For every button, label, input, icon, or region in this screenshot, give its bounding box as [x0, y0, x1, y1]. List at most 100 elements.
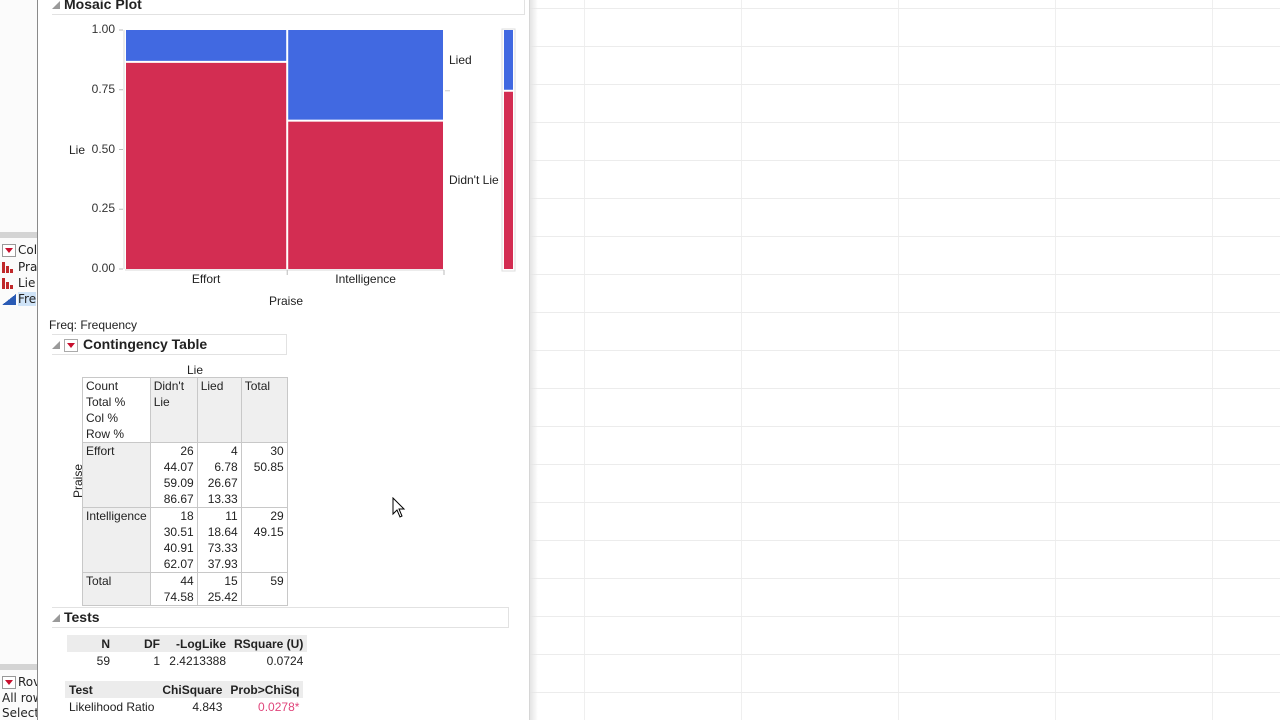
- window-shadow: [530, 0, 538, 720]
- cell-value: 30.51: [163, 525, 194, 539]
- cell-value: 37.93: [207, 557, 238, 571]
- cell-value: 59: [96, 654, 110, 668]
- mosaic-cell-didnt-lie: [288, 121, 443, 269]
- rows-panel-header[interactable]: Rov: [2, 674, 37, 690]
- table-cell: 15 25.42: [196, 572, 242, 606]
- x-category-label: Effort: [191, 272, 221, 286]
- disclosure-triangle-icon[interactable]: [52, 614, 60, 623]
- rows-label: Selecte: [2, 706, 37, 720]
- column-variable-label: Lie: [187, 363, 204, 377]
- rows-item-selected: Selecte: [2, 705, 37, 720]
- freq-note: Freq: Frequency: [49, 318, 138, 332]
- panel-splitter[interactable]: [0, 232, 37, 238]
- cell-value: 15: [224, 574, 238, 588]
- cell-value: 74.58: [163, 590, 194, 604]
- cell-value: 59: [270, 574, 284, 588]
- stat-label: Row %: [86, 427, 125, 441]
- nominal-bar-icon: [2, 278, 15, 289]
- cell-value: 73.33: [207, 541, 238, 555]
- mosaic-plot[interactable]: [38, 0, 529, 320]
- data-table-panel: Col Pra Lie Fre Rov All row Selecte: [0, 0, 38, 720]
- cell-value: 13.33: [207, 492, 238, 506]
- contingency-table-outline[interactable]: Contingency Table: [52, 334, 287, 355]
- table-cell: 4 6.78 26.67 13.33: [196, 442, 242, 508]
- stat-label: Col %: [86, 411, 119, 425]
- table-row: Intelligence 18 30.51 40.91 62.07 11 18.…: [82, 507, 288, 573]
- cell-value: 11: [225, 509, 238, 523]
- cell-value: 44.07: [163, 460, 194, 474]
- table-row: Effort 26 44.07 59.09 86.67 4 6.78 26.67…: [82, 442, 288, 508]
- contingency-table: Count Total % Col % Row % Didn't Lie Lie…: [82, 377, 288, 606]
- cell-value: 25.42: [207, 590, 238, 604]
- cell-value: 50.85: [253, 460, 284, 474]
- table-cell: 44 74.58: [149, 572, 198, 606]
- column-item-lie[interactable]: Lie: [2, 275, 35, 291]
- table-header-row: Count Total % Col % Row % Didn't Lie Lie…: [82, 377, 288, 443]
- column-header: Test: [65, 681, 159, 698]
- x-category-label: Intelligence: [335, 272, 396, 286]
- column-item-praise[interactable]: Pra: [2, 259, 37, 275]
- table-header-row: N DF -LogLike RSquare (U): [67, 635, 308, 652]
- rows-menu-icon[interactable]: [2, 676, 16, 689]
- column-item-frequency[interactable]: Fre: [2, 291, 37, 307]
- table-header-row: Test ChiSquare Prob>ChiSq: [65, 681, 304, 698]
- rows-header-label: Rov: [18, 675, 37, 689]
- row-header: Effort: [82, 442, 151, 508]
- column-header: N: [67, 635, 114, 652]
- cell-value: 0.0724: [266, 654, 304, 668]
- table-row: Likelihood Ratio 4.843 0.0278*: [65, 698, 303, 716]
- cell-value: 30: [270, 444, 284, 458]
- mouse-cursor-icon: [392, 497, 406, 518]
- column-header: RSquare (U): [230, 635, 308, 652]
- columns-header-label: Col: [18, 243, 38, 257]
- column-label: Pra: [18, 260, 38, 274]
- x-axis-label: Praise: [269, 294, 304, 308]
- p-value: 0.0278*: [258, 700, 300, 714]
- column-header: Prob>ChiSq: [226, 681, 304, 698]
- red-triangle-menu-icon[interactable]: [64, 338, 78, 352]
- mosaic-cell-lied: [288, 30, 443, 120]
- mosaic-cell-didnt-lie: [126, 62, 287, 269]
- table-cell: 26 44.07 59.09 86.67: [149, 442, 198, 508]
- panel-splitter[interactable]: [0, 664, 37, 670]
- marginal-bar-didnt-lie: [504, 91, 513, 269]
- cell-value: 59.09: [163, 476, 194, 490]
- tests-outline[interactable]: Tests: [52, 607, 509, 628]
- row-header: Total: [82, 572, 151, 606]
- tests-chisq-table: Test ChiSquare Prob>ChiSq Likelihood Rat…: [65, 681, 304, 716]
- rows-label: All row: [2, 691, 37, 705]
- cell-value: 1: [153, 654, 160, 668]
- rows-item-all: All row: [2, 690, 37, 706]
- column-label: Fre: [18, 292, 37, 306]
- table-row: 59 1 2.4213388 0.0724: [67, 652, 307, 670]
- cell-value: 26: [180, 444, 194, 458]
- column-header: ChiSquare: [158, 681, 227, 698]
- columns-panel-header[interactable]: Col: [2, 242, 37, 258]
- cell-value: 62.07: [163, 557, 194, 571]
- disclosure-triangle-icon[interactable]: [52, 341, 60, 350]
- table-cell: 11 18.64 73.33 37.93: [196, 507, 242, 573]
- report-window: Mosaic Plot Lie 0.00 0.25 0.50 0.75 1.00 Eff…: [38, 0, 530, 720]
- continuous-triangle-icon: [2, 294, 16, 305]
- stat-labels-cell: Count Total % Col % Row %: [82, 377, 151, 443]
- column-header: Lied: [196, 377, 242, 443]
- background-data-grid: [530, 0, 1280, 720]
- tests-summary-table: N DF -LogLike RSquare (U) 59 1 2.4213388…: [67, 635, 308, 670]
- cell-value: 18.64: [207, 525, 238, 539]
- cell-value: 2.4213388: [169, 654, 226, 668]
- row-header: Intelligence: [82, 507, 151, 573]
- column-header: Didn't Lie: [149, 377, 198, 443]
- table-cell: 29 49.15: [240, 507, 288, 573]
- cell-value: 18: [180, 509, 194, 523]
- cell-value: 86.67: [163, 492, 194, 506]
- cell-value: 6.78: [214, 460, 238, 474]
- column-header: -LogLike: [164, 635, 230, 652]
- cell-value: 29: [270, 509, 284, 523]
- cell-value: 4.843: [192, 700, 223, 714]
- stat-label: Count: [86, 379, 119, 393]
- columns-menu-icon[interactable]: [2, 244, 16, 257]
- legend-didnt-lie-label: Didn't Lie: [449, 173, 499, 187]
- stat-label: Total %: [86, 395, 126, 409]
- table-row-total: Total 44 74.58 15 25.42 59: [82, 572, 288, 606]
- column-label: Lie: [18, 276, 36, 290]
